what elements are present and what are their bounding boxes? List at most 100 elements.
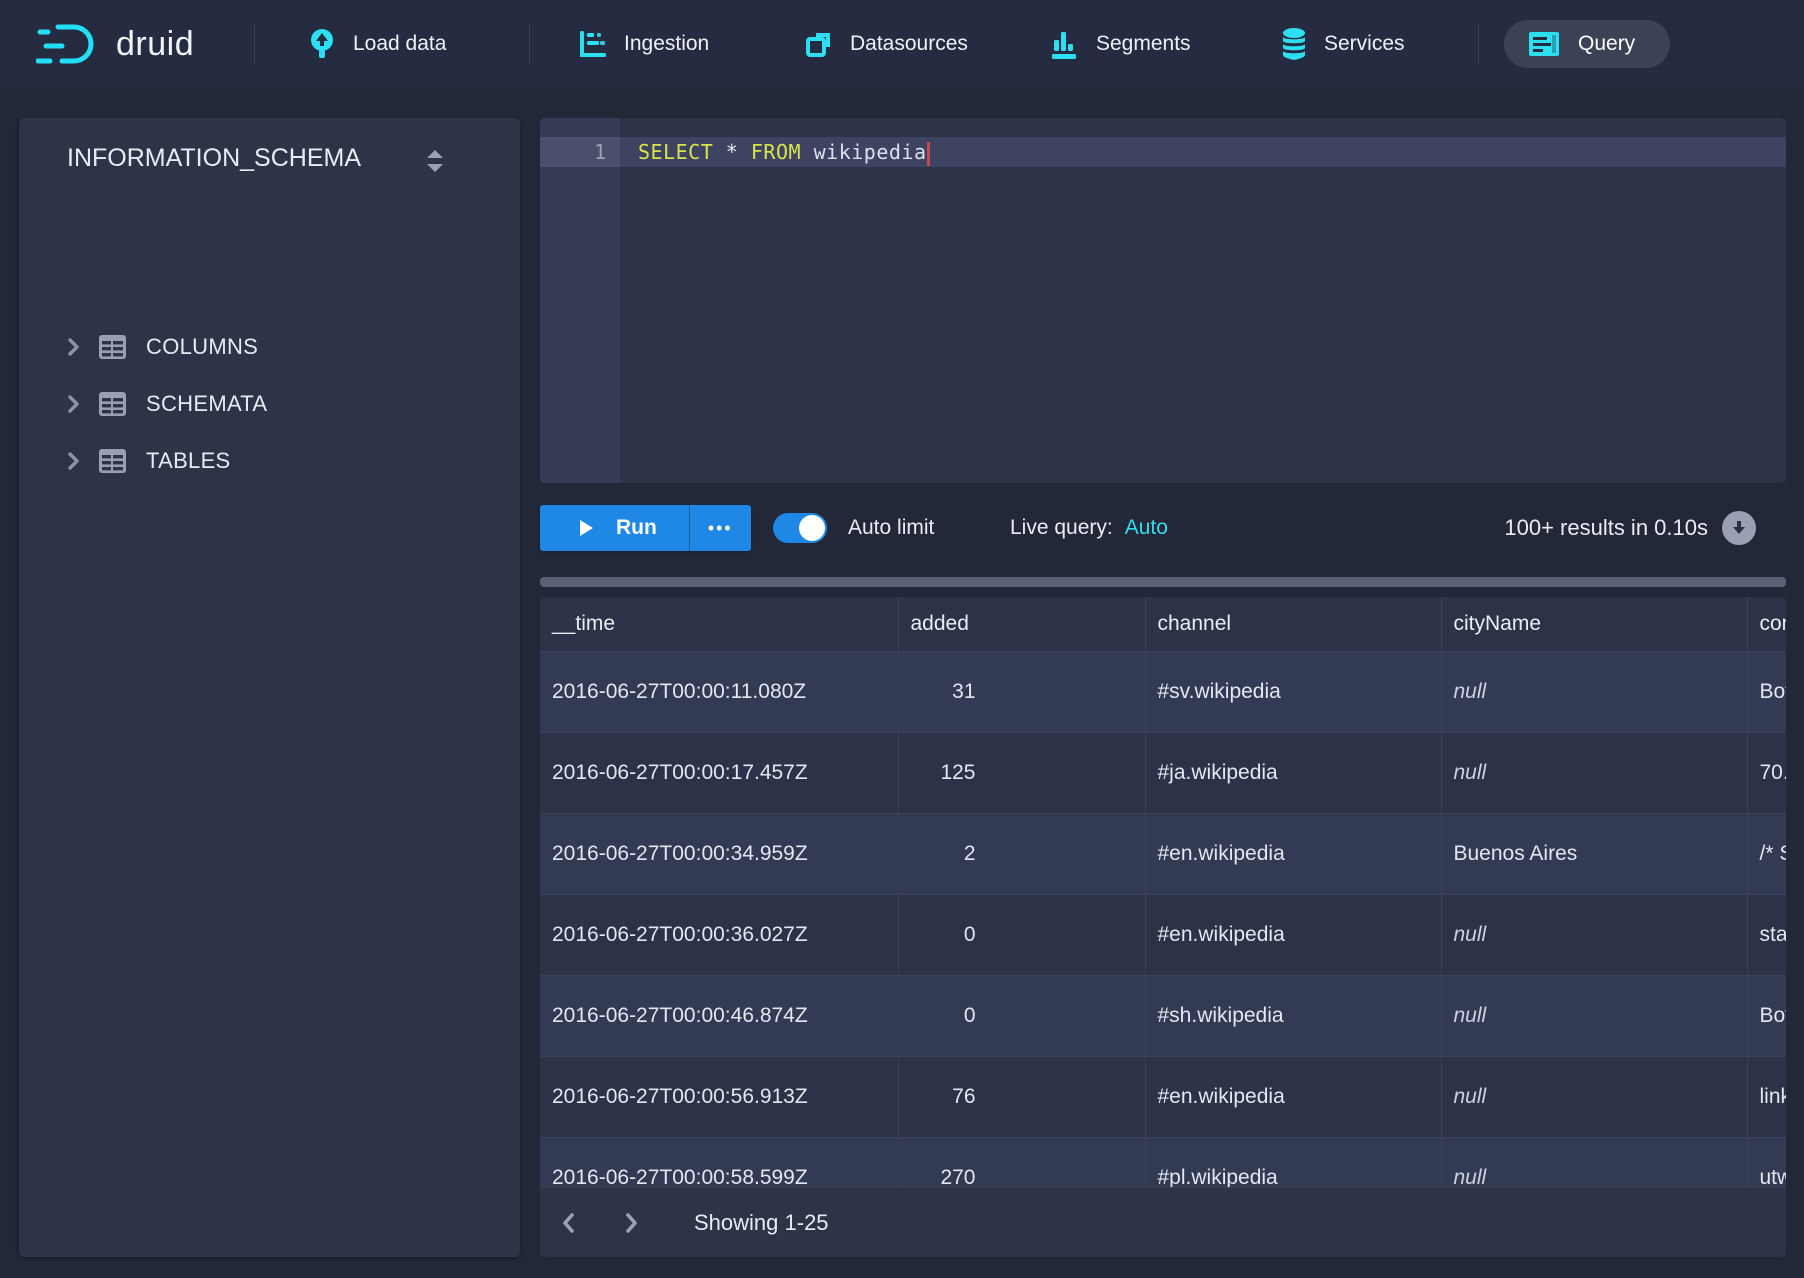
live-query-value[interactable]: Auto <box>1125 516 1168 540</box>
column-header-channel[interactable]: channel <box>1145 597 1441 651</box>
table-cell[interactable]: 125 <box>898 732 1145 813</box>
brand-name: druid <box>116 25 194 64</box>
column-header-added[interactable]: added <box>898 597 1145 651</box>
table-cell[interactable]: #en.wikipedia <box>1145 894 1441 975</box>
previous-page-button[interactable] <box>556 1210 582 1236</box>
chevron-right-icon[interactable] <box>63 337 83 357</box>
sql-star: * <box>726 140 739 164</box>
line-number: 1 <box>540 137 606 167</box>
sql-query-text[interactable]: SELECT * FROM wikipedia <box>638 137 930 167</box>
toggle-knob <box>799 515 825 541</box>
table-cell[interactable]: 2016-06-27T00:00:36.027Z <box>540 894 898 975</box>
pagination-label: Showing 1-25 <box>694 1210 829 1236</box>
panel-splitter[interactable] <box>540 577 1786 587</box>
nav-item-label: Query <box>1578 32 1635 56</box>
table-icon <box>99 449 126 473</box>
play-icon <box>578 519 594 537</box>
table-cell[interactable]: Buenos Aires <box>1441 813 1747 894</box>
segments-icon <box>1048 28 1080 60</box>
table-cell[interactable]: null <box>1441 651 1747 732</box>
download-icon <box>1729 518 1749 538</box>
query-icon <box>1528 31 1560 57</box>
run-button-label: Run <box>616 516 657 540</box>
top-nav: druid Load data Ingestion <box>0 0 1804 88</box>
table-row: 2016-06-27T00:00:46.874Z0#sh.wikipedianu… <box>540 975 1786 1056</box>
sidebar-item-tables[interactable]: TABLES <box>19 432 520 489</box>
double-caret-vertical-icon[interactable] <box>422 146 448 176</box>
column-header-time[interactable]: __time <box>540 597 898 651</box>
table-cell[interactable]: /* Se <box>1747 813 1786 894</box>
table-cell[interactable]: 2016-06-27T00:00:56.913Z <box>540 1056 898 1137</box>
column-header-comment[interactable]: comment <box>1747 597 1786 651</box>
auto-limit-toggle[interactable] <box>773 513 827 543</box>
nav-item-segments[interactable]: Segments <box>1048 0 1191 88</box>
text-cursor <box>927 142 930 166</box>
table-cell[interactable]: #en.wikipedia <box>1145 1056 1441 1137</box>
nav-divider <box>529 24 530 64</box>
sidebar-item-label: TABLES <box>146 448 231 474</box>
table-icon <box>99 335 126 359</box>
table-cell[interactable]: 70.2 <box>1747 732 1786 813</box>
table-cell[interactable]: #sv.wikipedia <box>1145 651 1441 732</box>
table-cell[interactable]: 2016-06-27T00:00:34.959Z <box>540 813 898 894</box>
sidebar-item-label: COLUMNS <box>146 334 258 360</box>
nav-item-ingestion[interactable]: Ingestion <box>578 0 709 88</box>
table-cell[interactable]: 76 <box>898 1056 1145 1137</box>
nav-item-datasources[interactable]: Datasources <box>804 0 968 88</box>
chevron-right-icon[interactable] <box>63 451 83 471</box>
run-more-button[interactable]: ••• <box>690 505 751 551</box>
table-cell[interactable]: 2016-06-27T00:00:11.080Z <box>540 651 898 732</box>
table-row: 2016-06-27T00:00:11.080Z31#sv.wikipedian… <box>540 651 1786 732</box>
table-cell[interactable]: link <box>1747 1056 1786 1137</box>
editor-gutter <box>540 118 620 483</box>
run-button[interactable]: Run <box>540 505 689 551</box>
sidebar-item-columns[interactable]: COLUMNS <box>19 318 520 375</box>
nav-item-load-data[interactable]: Load data <box>307 0 446 88</box>
table-cell[interactable]: #ja.wikipedia <box>1145 732 1441 813</box>
table-cell[interactable]: Bot: <box>1747 651 1786 732</box>
table-cell[interactable]: stat <box>1747 894 1786 975</box>
results-table: __timeaddedchannelcityNamecomment 2016-0… <box>540 597 1786 1219</box>
chevron-right-icon[interactable] <box>63 394 83 414</box>
table-cell[interactable]: #en.wikipedia <box>1145 813 1441 894</box>
table-cell[interactable]: null <box>1441 1056 1747 1137</box>
nav-item-services[interactable]: Services <box>1280 0 1405 88</box>
download-button[interactable] <box>1722 511 1756 545</box>
table-cell[interactable]: 2016-06-27T00:00:46.874Z <box>540 975 898 1056</box>
table-cell[interactable]: 31 <box>898 651 1145 732</box>
auto-limit-label: Auto limit <box>848 495 934 561</box>
table-cell[interactable]: #sh.wikipedia <box>1145 975 1441 1056</box>
next-page-button[interactable] <box>618 1210 644 1236</box>
schema-title: INFORMATION_SCHEMA <box>67 144 361 173</box>
table-cell[interactable]: 2 <box>898 813 1145 894</box>
ingestion-icon <box>578 29 608 59</box>
live-query-label: Live query: <box>1010 516 1113 540</box>
sql-editor[interactable]: 1 SELECT * FROM wikipedia <box>540 118 1786 483</box>
nav-item-label: Ingestion <box>624 32 709 56</box>
column-header-cityName[interactable]: cityName <box>1441 597 1747 651</box>
nav-item-label: Load data <box>353 32 446 56</box>
schema-sidebar: INFORMATION_SCHEMA COLUMNS <box>19 118 520 1257</box>
table-header-row: __timeaddedchannelcityNamecomment <box>540 597 1786 651</box>
table-row: 2016-06-27T00:00:56.913Z76#en.wikipedian… <box>540 1056 1786 1137</box>
pagination-bar: Showing 1-25 <box>540 1187 1786 1257</box>
services-icon <box>1280 27 1308 61</box>
table-cell[interactable]: 0 <box>898 975 1145 1056</box>
nav-item-label: Datasources <box>850 32 968 56</box>
table-cell[interactable]: null <box>1441 732 1747 813</box>
run-bar: Run ••• Auto limit Live query: Auto 100+… <box>540 495 1786 561</box>
table-cell[interactable]: null <box>1441 975 1747 1056</box>
results-panel: __timeaddedchannelcityNamecomment 2016-0… <box>540 597 1786 1257</box>
table-cell[interactable]: 2016-06-27T00:00:17.457Z <box>540 732 898 813</box>
sql-keyword: FROM <box>751 140 801 164</box>
druid-logo[interactable]: druid <box>36 0 194 88</box>
more-dots-icon: ••• <box>708 518 733 539</box>
datasources-icon <box>804 29 834 59</box>
table-cell[interactable]: null <box>1441 894 1747 975</box>
nav-item-query[interactable]: Query <box>1504 20 1670 68</box>
nav-divider <box>254 24 255 64</box>
sql-keyword: SELECT <box>638 140 713 164</box>
sidebar-item-schemata[interactable]: SCHEMATA <box>19 375 520 432</box>
table-cell[interactable]: Bot: <box>1747 975 1786 1056</box>
table-cell[interactable]: 0 <box>898 894 1145 975</box>
